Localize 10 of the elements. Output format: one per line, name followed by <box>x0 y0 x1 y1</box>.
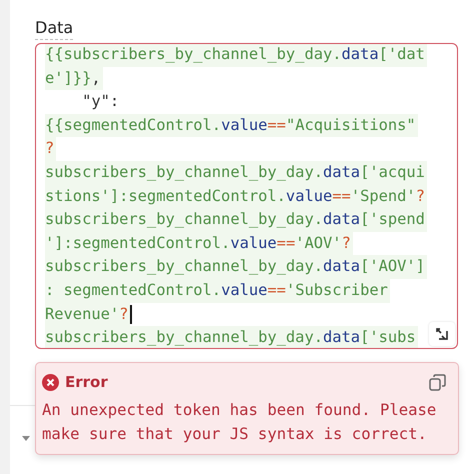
restore-icon <box>435 327 449 341</box>
code-line: "y": <box>81 91 120 112</box>
error-title: Error <box>65 373 108 391</box>
error-icon <box>42 374 59 390</box>
error-message: An unexpected token has been found. Please make sure that your JS syntax is correct. <box>42 400 438 445</box>
restore-button[interactable] <box>429 322 455 346</box>
caret-icon[interactable] <box>22 436 30 442</box>
copy-icon[interactable] <box>429 374 446 390</box>
section-title: Data <box>35 18 74 40</box>
code-editor[interactable] <box>35 43 458 349</box>
